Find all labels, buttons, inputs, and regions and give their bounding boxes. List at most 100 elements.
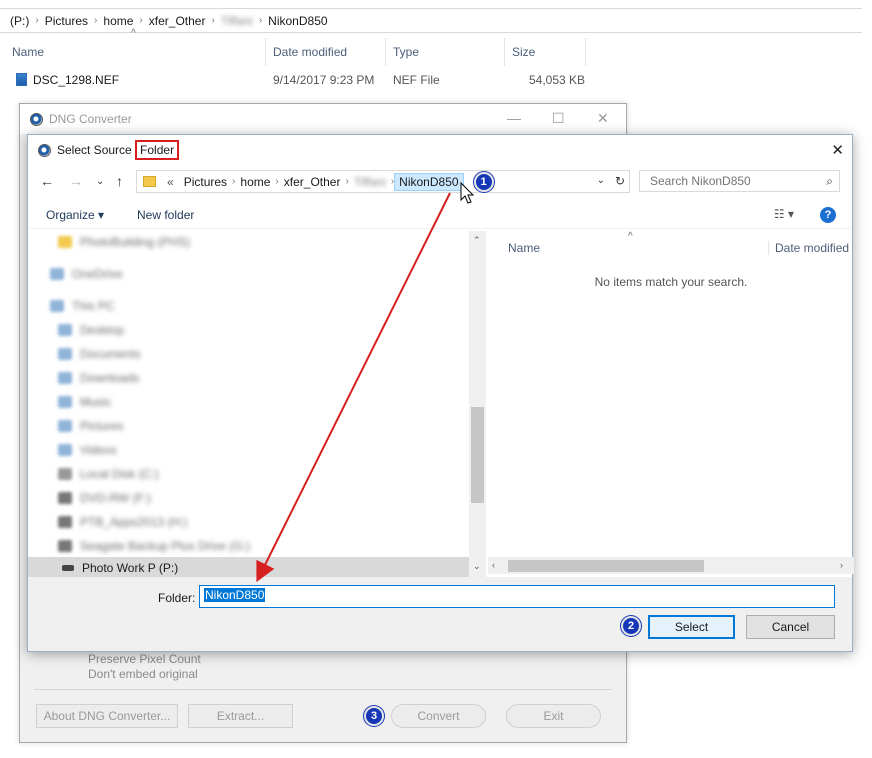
divider — [34, 689, 612, 690]
crumb-current-folder[interactable]: NikonD850 — [394, 172, 464, 191]
music-icon — [58, 396, 72, 408]
overflow-crumb[interactable]: « — [162, 175, 179, 189]
folder-icon — [143, 176, 156, 187]
crumb-blurred[interactable]: Tiffani — [215, 14, 259, 28]
cancel-button[interactable]: Cancel — [746, 615, 835, 639]
maximize-icon[interactable]: ☐ — [552, 110, 565, 127]
step-badge-1: 1 — [473, 171, 494, 192]
tree-item[interactable]: Local Disk (C:) — [58, 463, 159, 485]
back-arrow-icon[interactable]: ← — [40, 173, 54, 189]
command-bar: Organize ▾ New folder ☷ ▾ ? — [28, 201, 852, 229]
address-dropdown-icon[interactable]: ⌄ — [597, 175, 605, 186]
scroll-right-icon[interactable]: › — [840, 560, 843, 570]
organize-menu[interactable]: Organize ▾ — [46, 208, 104, 222]
col-date-modified[interactable]: Date modified — [267, 38, 386, 66]
crumb-blurred[interactable]: Tiffani — [349, 175, 391, 189]
scroll-up-icon[interactable]: ⌃ — [473, 235, 481, 246]
extract-button[interactable]: Extract... — [188, 704, 293, 728]
tree-item[interactable]: Desktop — [58, 319, 124, 341]
close-icon[interactable]: ✕ — [831, 141, 844, 159]
scrollbar-thumb[interactable] — [508, 560, 704, 572]
help-icon[interactable]: ? — [820, 207, 836, 223]
search-box[interactable]: ⌕ — [639, 170, 840, 192]
dng-app-icon — [38, 143, 51, 157]
drive-icon — [58, 492, 72, 504]
crumb-home[interactable]: home — [97, 14, 139, 28]
tree-item[interactable]: Music — [58, 391, 111, 413]
search-icon: ⌕ — [826, 174, 833, 188]
recent-dropdown-icon[interactable]: ⌄ — [96, 176, 104, 187]
select-button[interactable]: Select — [648, 615, 735, 639]
onedrive-icon — [50, 268, 64, 280]
pane-horizontal-scrollbar[interactable]: ‹ › — [488, 557, 854, 574]
convert-button[interactable]: Convert — [391, 704, 486, 728]
drive-icon — [58, 516, 72, 528]
crumb-xfer-other[interactable]: xfer_Other — [143, 14, 212, 28]
crumb-drive[interactable]: (P:) — [4, 14, 35, 28]
tree-vertical-scrollbar[interactable]: ⌃ ⌄ — [469, 231, 486, 577]
drive-icon — [58, 540, 72, 552]
file-row[interactable]: DSC_1298.NEF 9/14/2017 9:23 PM NEF File … — [0, 70, 600, 92]
tree-item[interactable]: Videos — [58, 439, 116, 461]
new-folder-button[interactable]: New folder — [137, 208, 194, 222]
tree-item-label: Pictures — [80, 419, 124, 433]
crumb-pictures[interactable]: Pictures — [39, 14, 94, 28]
desktop-icon — [58, 324, 72, 336]
tree-item[interactable]: DVD-RW (F:) — [58, 487, 151, 509]
drive-icon — [62, 565, 74, 571]
col-date-modified[interactable]: Date modified — [768, 241, 849, 255]
dng-title: DNG Converter — [49, 112, 132, 126]
minimize-icon[interactable]: — — [507, 110, 521, 126]
file-size: 54,053 KB — [529, 73, 586, 87]
explorer-address-bar[interactable]: (P:) › Pictures › home › xfer_Other › Ti… — [0, 8, 862, 33]
step-badge-2: 2 — [621, 616, 641, 636]
file-type: NEF File — [393, 73, 440, 87]
view-options-icon[interactable]: ☷ ▾ — [774, 207, 794, 221]
step-badge-3: 3 — [364, 706, 384, 726]
crumb-pictures[interactable]: Pictures — [179, 175, 232, 189]
col-name[interactable]: Name — [508, 241, 540, 255]
up-arrow-icon[interactable]: ↑ — [116, 173, 123, 189]
tree-item[interactable]: Documents — [58, 343, 141, 365]
tree-item[interactable]: Downloads — [58, 367, 139, 389]
tree-item-label: Desktop — [80, 323, 125, 337]
computer-icon — [50, 300, 64, 312]
navigation-tree: PhotoBuilding (PHS) OneDrive This PC Des… — [28, 231, 486, 577]
tree-item[interactable]: PhotoBuilding (PHS) — [58, 231, 190, 253]
tree-item[interactable]: PTB_Apps2013 (H:) — [58, 511, 187, 533]
sort-up-icon: ^ — [628, 231, 633, 242]
forward-arrow-icon[interactable]: → — [69, 173, 83, 189]
crumb-xfer-other[interactable]: xfer_Other — [279, 175, 346, 189]
tree-item[interactable]: Pictures — [58, 415, 123, 437]
tree-item-label: Downloads — [80, 371, 140, 385]
folder-field[interactable]: NikonD850 — [199, 585, 835, 608]
navigation-row: ← → ⌄ ↑ « Pictures › home › xfer_Other ›… — [28, 169, 852, 195]
crumb-home[interactable]: home — [235, 175, 275, 189]
scroll-down-icon[interactable]: ⌄ — [473, 561, 481, 572]
drive-icon — [58, 468, 72, 480]
dng-title-bar: DNG Converter — [20, 104, 626, 134]
dialog-title-highlight: Folder — [135, 140, 180, 160]
exit-button[interactable]: Exit — [506, 704, 601, 728]
col-type[interactable]: Type — [387, 38, 505, 66]
option-dont-embed: Don't embed original — [88, 667, 198, 681]
tree-item[interactable]: This PC — [50, 295, 115, 317]
tree-item-current[interactable]: Photo Work P (P:) — [28, 557, 486, 577]
documents-icon — [58, 348, 72, 360]
col-name[interactable]: Name — [6, 38, 266, 66]
tree-item-label: PhotoBuilding (PHS) — [80, 235, 191, 249]
tree-item-label: Local Disk (C:) — [80, 467, 159, 481]
close-icon[interactable]: ✕ — [597, 110, 609, 127]
scroll-left-icon[interactable]: ‹ — [492, 560, 495, 570]
col-size[interactable]: Size — [506, 38, 586, 66]
search-input[interactable] — [648, 173, 818, 189]
dialog-address-bar[interactable]: « Pictures › home › xfer_Other › Tiffani… — [136, 170, 630, 193]
tree-item[interactable]: OneDrive — [50, 263, 123, 285]
refresh-icon[interactable]: ↻ — [615, 174, 625, 188]
tree-item-label: This PC — [72, 299, 115, 313]
about-button[interactable]: About DNG Converter... — [36, 704, 178, 728]
tree-item[interactable]: Seagate Backup Plus Drive (G:) — [58, 535, 250, 557]
scrollbar-thumb[interactable] — [471, 407, 484, 503]
tree-item-label: Documents — [80, 347, 141, 361]
crumb-nikond850[interactable]: NikonD850 — [262, 14, 333, 28]
